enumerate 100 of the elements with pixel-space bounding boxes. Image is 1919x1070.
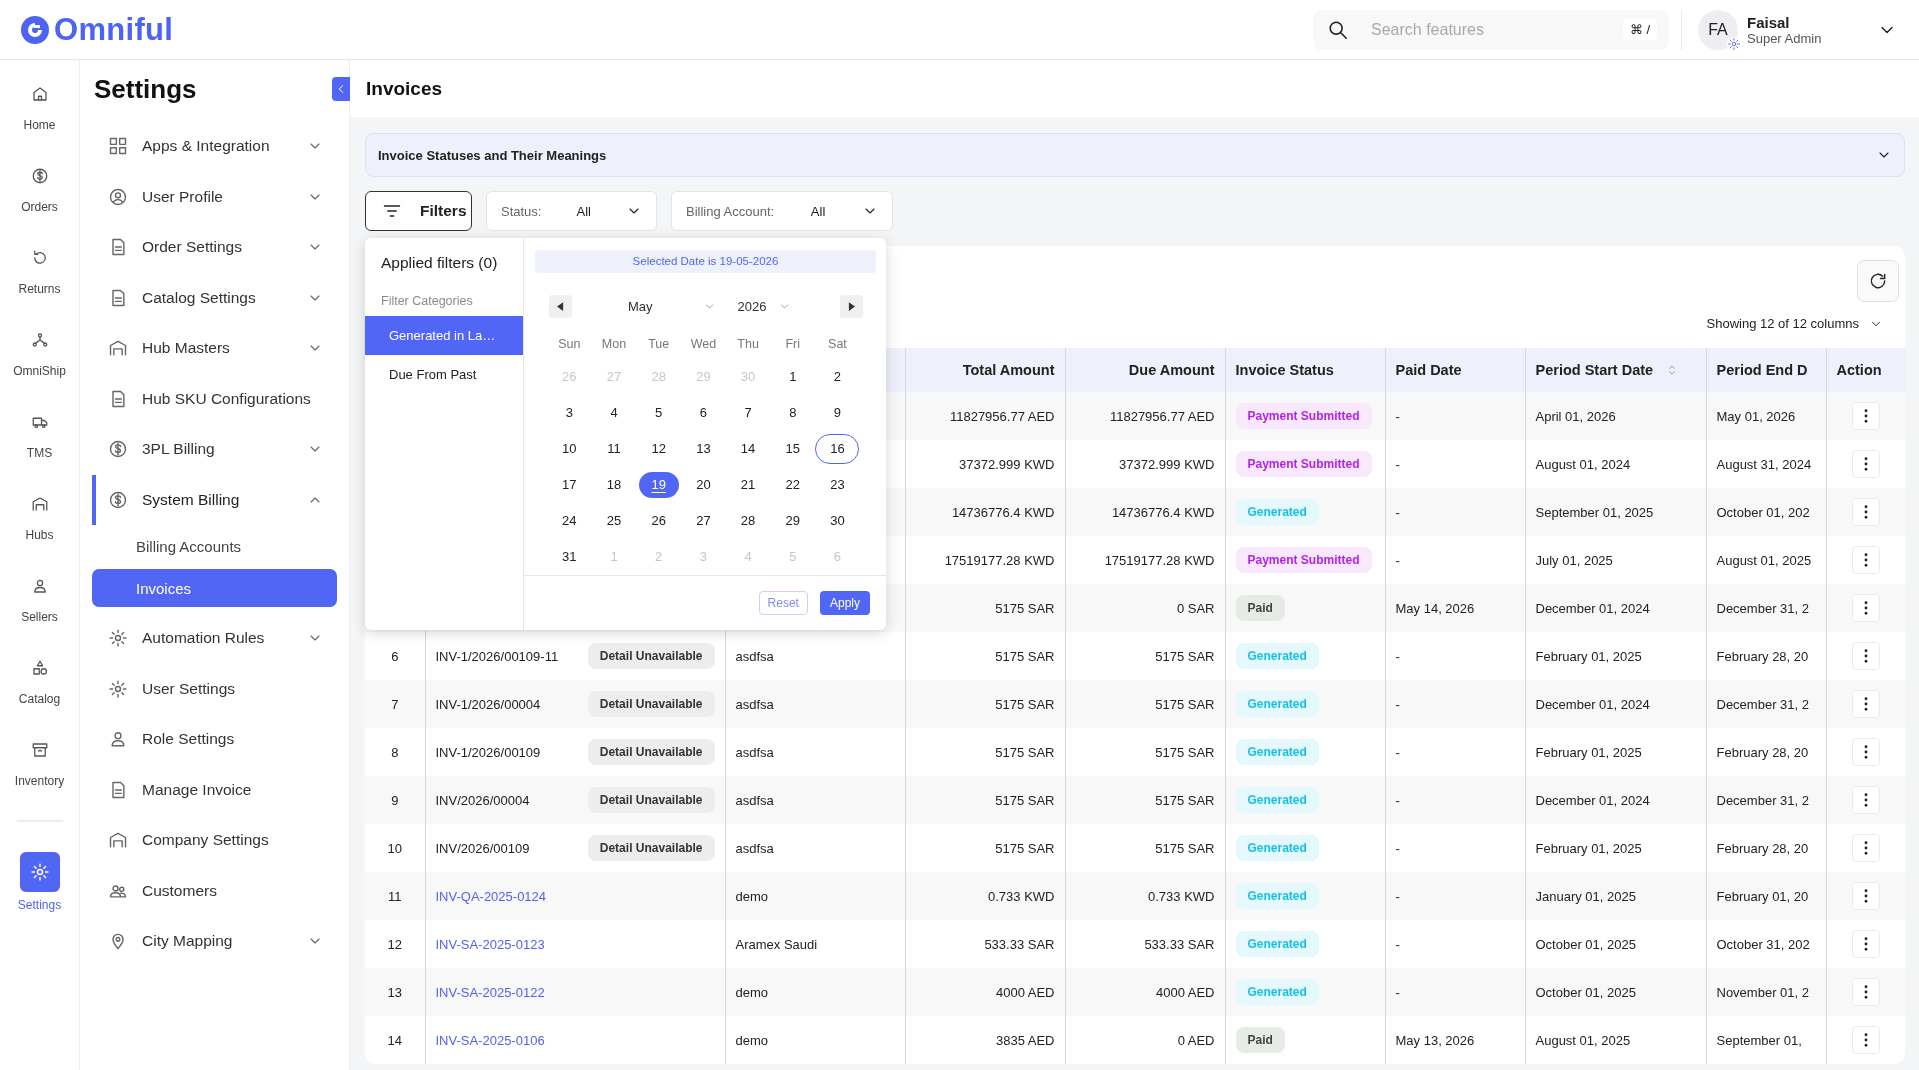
calendar-day[interactable]: 10	[549, 435, 590, 462]
calendar-day[interactable]: 4	[594, 399, 635, 426]
more-button[interactable]	[1852, 882, 1881, 910]
calendar-day[interactable]: 12	[638, 435, 679, 462]
month-select[interactable]: May	[628, 299, 716, 315]
calendar-day[interactable]: 9	[817, 399, 858, 426]
section-heading: Filter Categories	[380, 294, 474, 308]
menu-item[interactable]: Role Settings	[92, 714, 337, 765]
nav-item[interactable]: OmniShip	[4, 328, 75, 410]
calendar-day[interactable]: 29	[772, 507, 813, 534]
more-button[interactable]	[1852, 498, 1881, 526]
nav-item[interactable]: Sellers	[4, 574, 75, 656]
more-button[interactable]	[1852, 786, 1881, 814]
status-badge: Generated	[1235, 643, 1319, 669]
more-button[interactable]	[1852, 1026, 1881, 1054]
calendar-day[interactable]: 14	[728, 435, 769, 462]
table-cell: April 01, 2026	[1525, 392, 1706, 440]
invoice-link[interactable]: INV-QA-2025-0124	[435, 888, 598, 904]
calendar-day[interactable]: 13	[683, 435, 724, 462]
menu-item[interactable]: System Billing	[92, 474, 337, 525]
menu-item[interactable]: Catalog Settings	[92, 272, 337, 323]
nav-item[interactable]: Settings	[4, 852, 75, 934]
calendar-day[interactable]: 30	[817, 507, 858, 534]
calendar-day[interactable]: 25	[594, 507, 635, 534]
table-cell: 11827956.77 AED	[905, 392, 1065, 440]
more-button[interactable]	[1852, 546, 1881, 574]
menu-item[interactable]: User Profile	[92, 171, 337, 222]
more-button[interactable]	[1852, 738, 1881, 766]
detail-badge: Detail Unavailable	[587, 643, 715, 669]
submenu-item[interactable]: Invoices	[92, 569, 337, 607]
previous-month-button[interactable]	[549, 295, 572, 319]
nav-item[interactable]: Inventory	[4, 738, 75, 820]
menu-item[interactable]: Customers	[92, 865, 337, 916]
nav-item[interactable]: Hubs	[4, 492, 75, 574]
search-icon	[1327, 18, 1349, 41]
calendar-day[interactable]: 15	[772, 435, 813, 462]
year-select[interactable]: 2026	[737, 299, 792, 315]
more-button[interactable]	[1852, 402, 1881, 430]
calendar-day[interactable]: 11	[594, 435, 635, 462]
shapes-icon	[30, 659, 49, 677]
nav-item[interactable]: TMS	[4, 410, 75, 492]
menu-item[interactable]: User Settings	[92, 663, 337, 714]
apply-button[interactable]: Apply	[819, 590, 870, 615]
more-button[interactable]	[1852, 594, 1881, 622]
filter-dropdown[interactable]: Status: All	[486, 191, 657, 231]
invoice-link[interactable]: INV-SA-2025-0122	[435, 984, 598, 1000]
menu-item[interactable]: Hub SKU Configurations	[92, 373, 337, 424]
calendar-day[interactable]: 22	[772, 471, 813, 498]
more-button[interactable]	[1852, 450, 1881, 478]
calendar-day[interactable]: 21	[728, 471, 769, 498]
calendar-day[interactable]: 19	[638, 471, 679, 498]
filter-category[interactable]: Generated in La…	[365, 316, 523, 355]
calendar-day[interactable]: 3	[549, 399, 590, 426]
menu-item[interactable]: Apps & Integration	[92, 121, 337, 172]
menu-item[interactable]: Order Settings	[92, 222, 337, 273]
calendar-day[interactable]: 18	[594, 471, 635, 498]
invoice-link[interactable]: INV-SA-2025-0106	[435, 1032, 598, 1048]
submenu-item[interactable]: Billing Accounts	[92, 525, 337, 567]
kebab-icon	[1864, 457, 1869, 471]
column-header: Paid Date	[1385, 348, 1525, 392]
calendar-day[interactable]: 28	[728, 507, 769, 534]
calendar-day[interactable]: 17	[549, 471, 590, 498]
calendar-day[interactable]: 23	[817, 471, 858, 498]
table-cell: 5175 SAR	[905, 776, 1065, 824]
more-button[interactable]	[1852, 834, 1881, 862]
more-button[interactable]	[1852, 690, 1881, 718]
menu-item[interactable]: City Mapping	[92, 916, 337, 967]
weekday-label: Wed	[689, 335, 718, 353]
filter-category[interactable]: Due From Past	[365, 355, 523, 394]
more-button[interactable]	[1852, 930, 1881, 958]
menu-item[interactable]: Automation Rules	[92, 613, 337, 664]
more-button[interactable]	[1852, 978, 1881, 1006]
nav-item[interactable]: Catalog	[4, 656, 75, 738]
calendar-day[interactable]: 31	[549, 543, 590, 570]
calendar-day[interactable]: 8	[772, 399, 813, 426]
calendar-day[interactable]: 6	[683, 399, 724, 426]
menu-item[interactable]: Manage Invoice	[92, 764, 337, 815]
refresh-button[interactable]	[1857, 260, 1899, 302]
menu-item[interactable]: 3PL Billing	[92, 424, 337, 475]
collapse-button[interactable]	[332, 77, 350, 101]
more-button[interactable]	[1852, 642, 1881, 670]
calendar-day[interactable]: 1	[772, 363, 813, 390]
nav-item[interactable]: Home	[4, 82, 75, 164]
calendar-day[interactable]: 20	[683, 471, 724, 498]
network-icon	[30, 331, 49, 349]
next-month-button[interactable]	[840, 295, 863, 319]
calendar-day[interactable]: 5	[638, 399, 679, 426]
menu-item[interactable]: Hub Masters	[92, 323, 337, 374]
calendar-day[interactable]: 7	[728, 399, 769, 426]
accordion-header[interactable]: Invoice Statuses and Their Meanings	[365, 133, 1905, 177]
nav-item[interactable]: Orders	[4, 164, 75, 246]
nav-item[interactable]: Returns	[4, 246, 75, 328]
calendar-day[interactable]: 2	[817, 363, 858, 390]
calendar-day[interactable]: 24	[549, 507, 590, 534]
filters-button[interactable]: Filters	[365, 191, 472, 231]
calendar-day[interactable]: 26	[638, 507, 679, 534]
invoice-link[interactable]: INV-SA-2025-0123	[435, 936, 598, 952]
calendar-day[interactable]: 27	[683, 507, 724, 534]
menu-item[interactable]: Company Settings	[92, 815, 337, 866]
filter-dropdown[interactable]: Billing Account: All	[671, 191, 893, 231]
